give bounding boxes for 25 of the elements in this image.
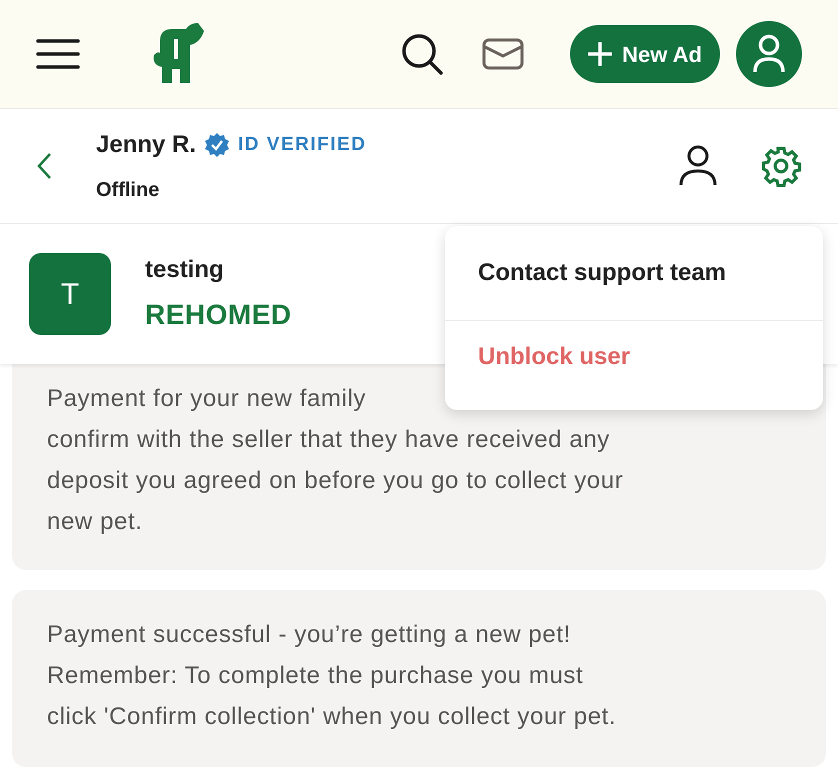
user-status: Offline — [96, 178, 160, 203]
settings-icon[interactable] — [760, 145, 802, 187]
back-icon[interactable] — [36, 152, 52, 180]
listing-avatar: T — [29, 253, 111, 335]
plus-icon — [588, 42, 612, 66]
menu-icon[interactable] — [36, 38, 80, 70]
search-icon[interactable] — [400, 32, 444, 76]
listing-status: REHOMED — [145, 298, 292, 332]
new-ad-button[interactable]: New Ad — [570, 25, 720, 83]
menu-item[interactable]: Unblock user — [445, 320, 823, 410]
user-name: Jenny R. — [96, 130, 196, 160]
verified-badge-icon — [204, 132, 230, 158]
message-text: confirm with the seller that they have received any — [47, 425, 610, 455]
mail-icon[interactable] — [482, 38, 524, 70]
message-text: Payment for your new family — [47, 384, 366, 414]
person-icon[interactable] — [678, 145, 718, 187]
message-text: click 'Confirm collection' when you collect your pet. — [47, 702, 616, 732]
message-text: Remember: To complete the purchase you must — [47, 661, 584, 691]
message-text: new pet. — [47, 507, 143, 537]
verified-label: ID VERIFIED — [238, 132, 366, 157]
listing-title: testing — [145, 255, 225, 285]
message-text: deposit you agreed on before you go to collect your — [47, 466, 624, 496]
person-icon — [752, 34, 786, 74]
message-text: Payment successful - you’re getting a new pet! — [47, 620, 571, 650]
menu-item[interactable]: Contact support team — [445, 226, 823, 320]
